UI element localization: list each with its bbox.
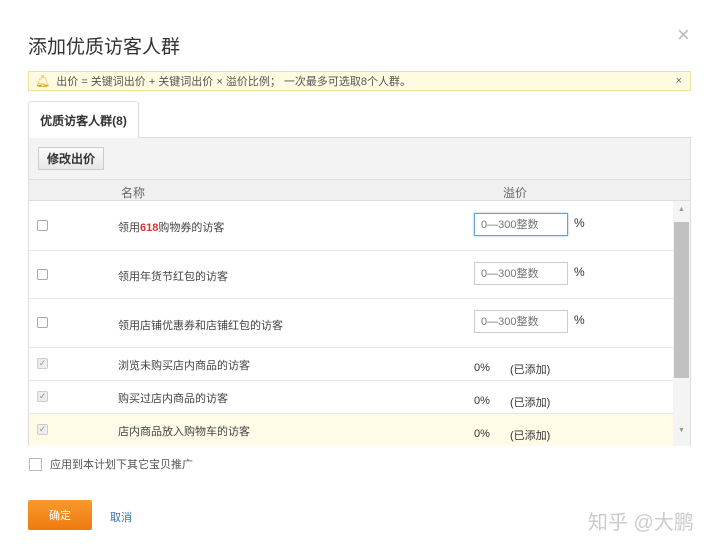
percent-unit: % [574,265,585,279]
bell-icon: 🔔︎ [35,74,51,88]
scroll-up-icon[interactable]: ▲ [673,206,690,213]
apply-checkbox[interactable] [29,457,42,471]
row-name: 店内商品放入购物车的访客 [118,426,250,438]
premium-value: 0% [474,428,490,440]
notice-bar: 🔔︎ 出价 = 关键词出价 + 关键词出价 × 溢价比例； 一次最多可选取8个人… [28,71,691,91]
cancel-link[interactable]: 取消 [110,509,132,525]
tab-quality-visitors[interactable]: 优质访客人群(8) [28,101,139,138]
row-checkbox-checked: ✓ [37,391,48,402]
header-name: 名称 [121,186,146,200]
premium-input[interactable] [474,213,568,236]
table-row: 领用年货节红包的访客 % [29,251,674,299]
apply-to-others-option[interactable]: 应用到本计划下其它宝贝推广 [29,456,193,472]
notice-text: 出价 = 关键词出价 + 关键词出价 × 溢价比例； 一次最多可选取8个人群。 [56,76,412,88]
table-body: 领用618购物券的访客 % 领用年货节红包的访客 % 领用店铺优惠券和店铺红包的… [29,201,690,446]
table-row: 领用618购物券的访客 % [29,201,674,251]
apply-label: 应用到本计划下其它宝贝推广 [50,459,193,471]
table-row: ✓ 店内商品放入购物车的访客 0% (已添加) [29,414,674,446]
row-checkbox[interactable] [37,220,48,231]
row-checkbox[interactable] [37,269,48,280]
crowd-panel: 修改出价 名称 溢价 领用618购物券的访客 % 领用年货节红包的访客 % 领用… [28,137,691,446]
added-status: (已添加) [510,397,551,409]
premium-value: 0% [474,362,490,374]
scrollbar-thumb[interactable] [674,222,689,378]
row-name: 领用年货节红包的访客 [118,271,228,283]
table-header: 名称 溢价 [29,179,690,201]
premium-value: 0% [474,395,490,407]
scrollbar[interactable]: ▲ ▼ [673,201,690,446]
table-row: ✓ 浏览未购买店内商品的访客 0% (已添加) [29,348,674,381]
scroll-down-icon[interactable]: ▼ [673,427,690,434]
row-name: 浏览未购买店内商品的访客 [118,360,250,372]
row-name: 领用店铺优惠券和店铺红包的访客 [118,320,283,332]
premium-input[interactable] [474,262,568,285]
table-row: 领用店铺优惠券和店铺红包的访客 % [29,299,674,348]
row-name: 领用618购物券的访客 [118,222,225,234]
row-name: 购买过店内商品的访客 [118,393,228,405]
added-status: (已添加) [510,430,551,442]
row-checkbox[interactable] [37,317,48,328]
watermark: 知乎 @大鹏 [588,512,694,534]
row-checkbox-checked: ✓ [37,424,48,435]
edit-bid-button[interactable]: 修改出价 [38,147,104,170]
added-status: (已添加) [510,364,551,376]
close-icon[interactable]: × [677,22,690,48]
percent-unit: % [574,313,585,327]
percent-unit: % [574,216,585,230]
header-premium: 溢价 [503,186,528,200]
row-checkbox-checked: ✓ [37,358,48,369]
dialog-title: 添加优质访客人群 [28,37,181,58]
premium-input[interactable] [474,310,568,333]
table-row: ✓ 购买过店内商品的访客 0% (已添加) [29,381,674,414]
notice-close-icon[interactable]: × [676,75,682,87]
toolbar: 修改出价 [29,138,690,179]
confirm-button[interactable]: 确定 [28,500,92,530]
